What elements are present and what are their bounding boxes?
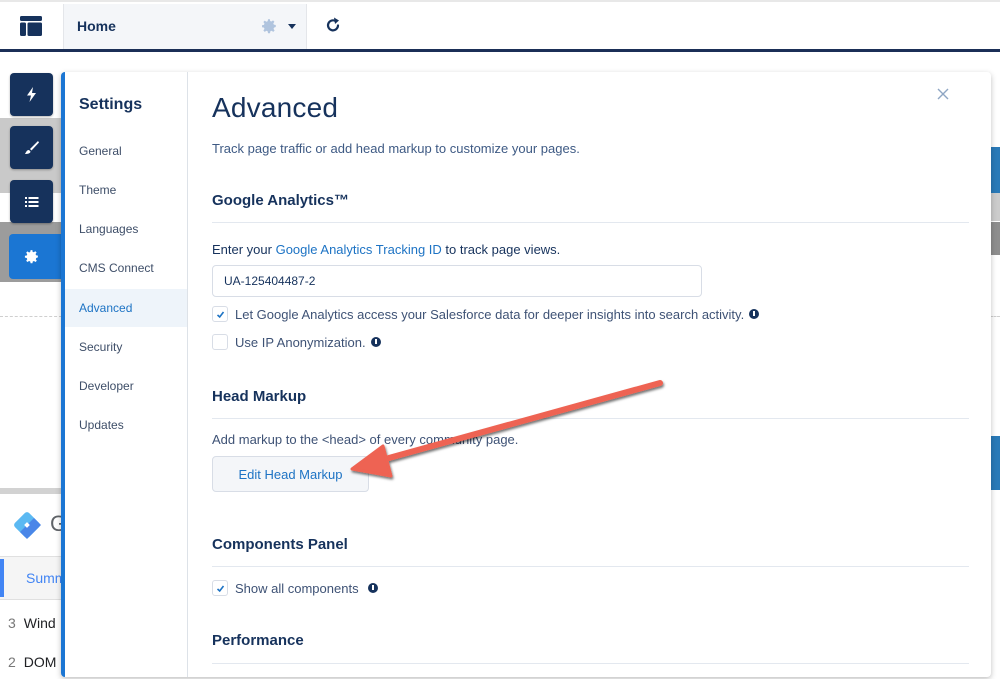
show-all-components-checkbox[interactable] <box>212 580 228 596</box>
page-name: Home <box>77 18 116 34</box>
background-block <box>990 436 1000 490</box>
refresh-icon[interactable] <box>324 16 342 34</box>
settings-nav-advanced[interactable]: Advanced <box>65 289 187 327</box>
settings-nav-security[interactable]: Security <box>65 328 187 366</box>
top-bar-divider <box>0 49 1000 52</box>
background-tab-indicator <box>0 559 4 597</box>
row-number: 2 <box>8 654 16 670</box>
lightning-icon <box>27 87 36 102</box>
instructions-prefix: Enter your <box>212 242 276 257</box>
list-icon <box>25 197 39 207</box>
gear-icon[interactable] <box>260 17 278 35</box>
settings-nav-languages[interactable]: Languages <box>65 210 187 248</box>
option-label: Use IP Anonymization. <box>235 334 366 350</box>
tracking-id-help-link[interactable]: Google Analytics Tracking ID <box>276 242 442 257</box>
settings-nav-general[interactable]: General <box>65 132 187 170</box>
background-block <box>990 222 1000 255</box>
rail-button-settings[interactable] <box>9 234 65 279</box>
background-row: 2 DOM <box>8 654 56 670</box>
caret-down-icon[interactable] <box>288 24 296 29</box>
ip-anonymization-option: Use IP Anonymization. <box>212 334 381 350</box>
background-divider <box>990 316 1000 317</box>
salesforce-data-access-checkbox[interactable] <box>212 306 228 322</box>
top-bar: Home <box>0 0 1000 51</box>
info-icon[interactable] <box>749 309 760 319</box>
instructions-suffix: to track page views. <box>441 242 561 257</box>
background-block <box>990 193 1000 221</box>
settings-nav-theme[interactable]: Theme <box>65 171 187 209</box>
components-panel-heading: Components Panel <box>212 536 348 553</box>
checkmark-icon <box>216 311 225 319</box>
tracking-id-instructions: Enter your Google Analytics Tracking ID … <box>212 242 560 257</box>
info-icon[interactable] <box>370 337 381 347</box>
option-label: Let Google Analytics access your Salesfo… <box>235 306 745 322</box>
tracking-id-input[interactable] <box>212 265 702 297</box>
advanced-settings-content: Advanced Track page traffic or add head … <box>212 72 972 677</box>
option-label: Show all components <box>235 580 359 596</box>
background-strip <box>0 488 62 494</box>
layout-icon[interactable] <box>20 16 42 36</box>
section-divider <box>212 566 969 567</box>
settings-nav-updates[interactable]: Updates <box>65 406 187 444</box>
show-all-components-option: Show all components <box>212 580 378 596</box>
page-description: Track page traffic or add head markup to… <box>212 141 580 156</box>
settings-nav-cms-connect[interactable]: CMS Connect <box>65 249 187 287</box>
checkmark-icon <box>216 585 225 593</box>
settings-nav-developer[interactable]: Developer <box>65 367 187 405</box>
rail-button-page-structure[interactable] <box>10 180 53 223</box>
settings-title: Settings <box>79 96 143 113</box>
page-title: Advanced <box>212 92 339 123</box>
background-block <box>990 147 1000 193</box>
head-markup-heading: Head Markup <box>212 388 307 405</box>
tag-manager-logo-icon <box>14 512 41 539</box>
row-label: Wind <box>23 615 56 631</box>
head-markup-description: Add markup to the <head> of every commun… <box>212 432 519 447</box>
info-icon[interactable] <box>367 583 378 593</box>
background-divider <box>0 316 62 317</box>
section-divider <box>212 418 969 419</box>
rail-button-theme[interactable] <box>10 126 53 169</box>
ip-anonymization-checkbox[interactable] <box>212 334 228 350</box>
close-icon[interactable] <box>936 87 950 101</box>
background-row: 3 Wind <box>8 615 56 631</box>
section-divider <box>212 222 969 223</box>
performance-heading: Performance <box>212 632 304 649</box>
paintbrush-icon <box>25 141 39 154</box>
settings-panel: Settings General Theme Languages CMS Con… <box>61 72 991 677</box>
section-divider <box>212 663 969 664</box>
settings-nav: Settings General Theme Languages CMS Con… <box>65 72 188 677</box>
row-number: 3 <box>8 615 16 631</box>
edit-head-markup-button[interactable]: Edit Head Markup <box>212 456 369 492</box>
gear-icon <box>24 250 38 264</box>
row-label: DOM <box>23 654 57 670</box>
rail-button-components[interactable] <box>10 73 53 116</box>
page-selector[interactable]: Home <box>63 4 307 51</box>
google-analytics-heading: Google Analytics™ <box>212 192 349 209</box>
salesforce-data-access-option: Let Google Analytics access your Salesfo… <box>212 306 760 322</box>
